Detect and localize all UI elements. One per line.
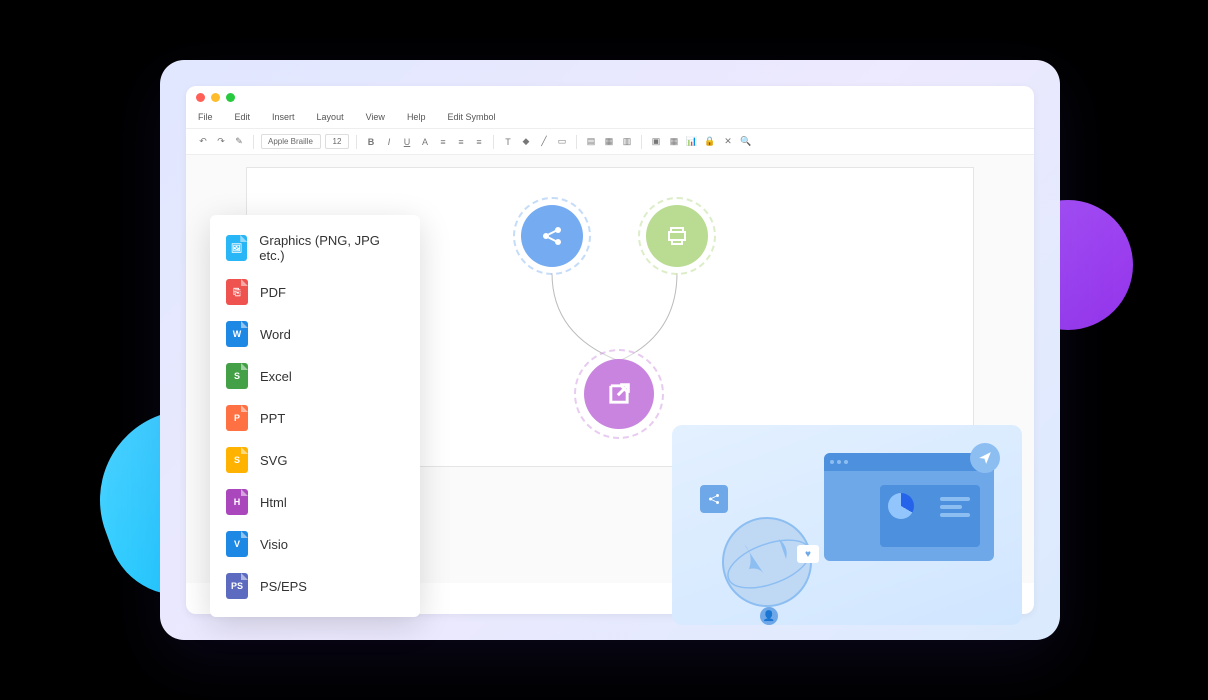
- illus-send-icon: [970, 443, 1000, 473]
- ps-file-icon: PS: [226, 573, 248, 599]
- export-visio[interactable]: V Visio: [210, 523, 420, 565]
- html-file-icon: H: [226, 489, 248, 515]
- export-graphics[interactable]: 🖼 Graphics (PNG, JPG etc.): [210, 225, 420, 271]
- ppt-file-icon: P: [226, 405, 248, 431]
- illus-pie-icon: [888, 493, 914, 519]
- redo-icon[interactable]: ↷: [214, 135, 228, 149]
- image-file-icon: 🖼: [226, 235, 247, 261]
- export-svg[interactable]: S SVG: [210, 439, 420, 481]
- share-icon: [540, 224, 564, 248]
- export-label: Word: [260, 327, 291, 342]
- export-word[interactable]: W Word: [210, 313, 420, 355]
- export-icon: [605, 380, 633, 408]
- export-label: SVG: [260, 453, 287, 468]
- export-label: PS/EPS: [260, 579, 307, 594]
- export-ps[interactable]: PS PS/EPS: [210, 565, 420, 607]
- settings-icon[interactable]: ✕: [721, 135, 735, 149]
- illus-share-icon: [700, 485, 728, 513]
- layer-icon[interactable]: ▤: [584, 135, 598, 149]
- menu-edit[interactable]: Edit: [235, 112, 251, 122]
- export-label: Visio: [260, 537, 288, 552]
- bold-icon[interactable]: B: [364, 135, 378, 149]
- underline-icon[interactable]: U: [400, 135, 414, 149]
- separator: [641, 135, 642, 149]
- separator: [253, 135, 254, 149]
- export-pdf[interactable]: ⎘ PDF: [210, 271, 420, 313]
- shape-icon[interactable]: ▭: [555, 135, 569, 149]
- print-node[interactable]: [646, 205, 708, 267]
- menu-view[interactable]: View: [366, 112, 385, 122]
- menu-edit-symbol[interactable]: Edit Symbol: [447, 112, 495, 122]
- line-icon[interactable]: ╱: [537, 135, 551, 149]
- export-label: PPT: [260, 411, 285, 426]
- visio-file-icon: V: [226, 531, 248, 557]
- align-left-icon[interactable]: ≡: [436, 135, 450, 149]
- toolbar: ↶ ↷ ✎ Apple Braille 12 B I U A ≡ ≡ ≡ T ◆…: [186, 128, 1034, 155]
- font-size-selector[interactable]: 12: [325, 134, 349, 149]
- italic-icon[interactable]: I: [382, 135, 396, 149]
- illus-chat-icon: ♥: [797, 545, 819, 563]
- export-label: Excel: [260, 369, 292, 384]
- menu-file[interactable]: File: [198, 112, 213, 122]
- text-tool-icon[interactable]: T: [501, 135, 515, 149]
- font-selector[interactable]: Apple Braille: [261, 134, 321, 149]
- excel-file-icon: S: [226, 363, 248, 389]
- font-color-icon[interactable]: A: [418, 135, 432, 149]
- export-node[interactable]: [584, 359, 654, 429]
- separator: [493, 135, 494, 149]
- align-center-icon[interactable]: ≡: [454, 135, 468, 149]
- export-excel[interactable]: S Excel: [210, 355, 420, 397]
- illus-user-icon: 👤: [760, 607, 778, 625]
- separator: [576, 135, 577, 149]
- export-ppt[interactable]: P PPT: [210, 397, 420, 439]
- minimize-dot[interactable]: [211, 93, 220, 102]
- image-icon[interactable]: ▣: [649, 135, 663, 149]
- share-node[interactable]: [521, 205, 583, 267]
- separator: [356, 135, 357, 149]
- print-icon: [665, 224, 689, 248]
- undo-icon[interactable]: ↶: [196, 135, 210, 149]
- svg-file-icon: S: [226, 447, 248, 473]
- align-tool-icon[interactable]: ▥: [620, 135, 634, 149]
- format-painter-icon[interactable]: ✎: [232, 135, 246, 149]
- group-icon[interactable]: ▦: [602, 135, 616, 149]
- search-icon[interactable]: 🔍: [739, 135, 753, 149]
- lock-icon[interactable]: 🔒: [703, 135, 717, 149]
- menubar: File Edit Insert Layout View Help Edit S…: [186, 109, 1034, 128]
- export-menu: 🖼 Graphics (PNG, JPG etc.) ⎘ PDF W Word …: [210, 215, 420, 617]
- table-icon[interactable]: ▦: [667, 135, 681, 149]
- align-justify-icon[interactable]: ≡: [472, 135, 486, 149]
- illus-browser-window: [824, 453, 994, 561]
- pdf-file-icon: ⎘: [226, 279, 248, 305]
- word-file-icon: W: [226, 321, 248, 347]
- menu-help[interactable]: Help: [407, 112, 426, 122]
- menu-insert[interactable]: Insert: [272, 112, 295, 122]
- export-html[interactable]: H Html: [210, 481, 420, 523]
- window-titlebar: [186, 86, 1034, 109]
- close-dot[interactable]: [196, 93, 205, 102]
- menu-layout[interactable]: Layout: [317, 112, 344, 122]
- fill-icon[interactable]: ◆: [519, 135, 533, 149]
- export-label: Html: [260, 495, 287, 510]
- maximize-dot[interactable]: [226, 93, 235, 102]
- share-illustration: ♥ 👤: [672, 425, 1022, 625]
- chart-icon[interactable]: 📊: [685, 135, 699, 149]
- export-label: PDF: [260, 285, 286, 300]
- illus-dashboard-card: [880, 485, 980, 547]
- export-label: Graphics (PNG, JPG etc.): [259, 233, 404, 263]
